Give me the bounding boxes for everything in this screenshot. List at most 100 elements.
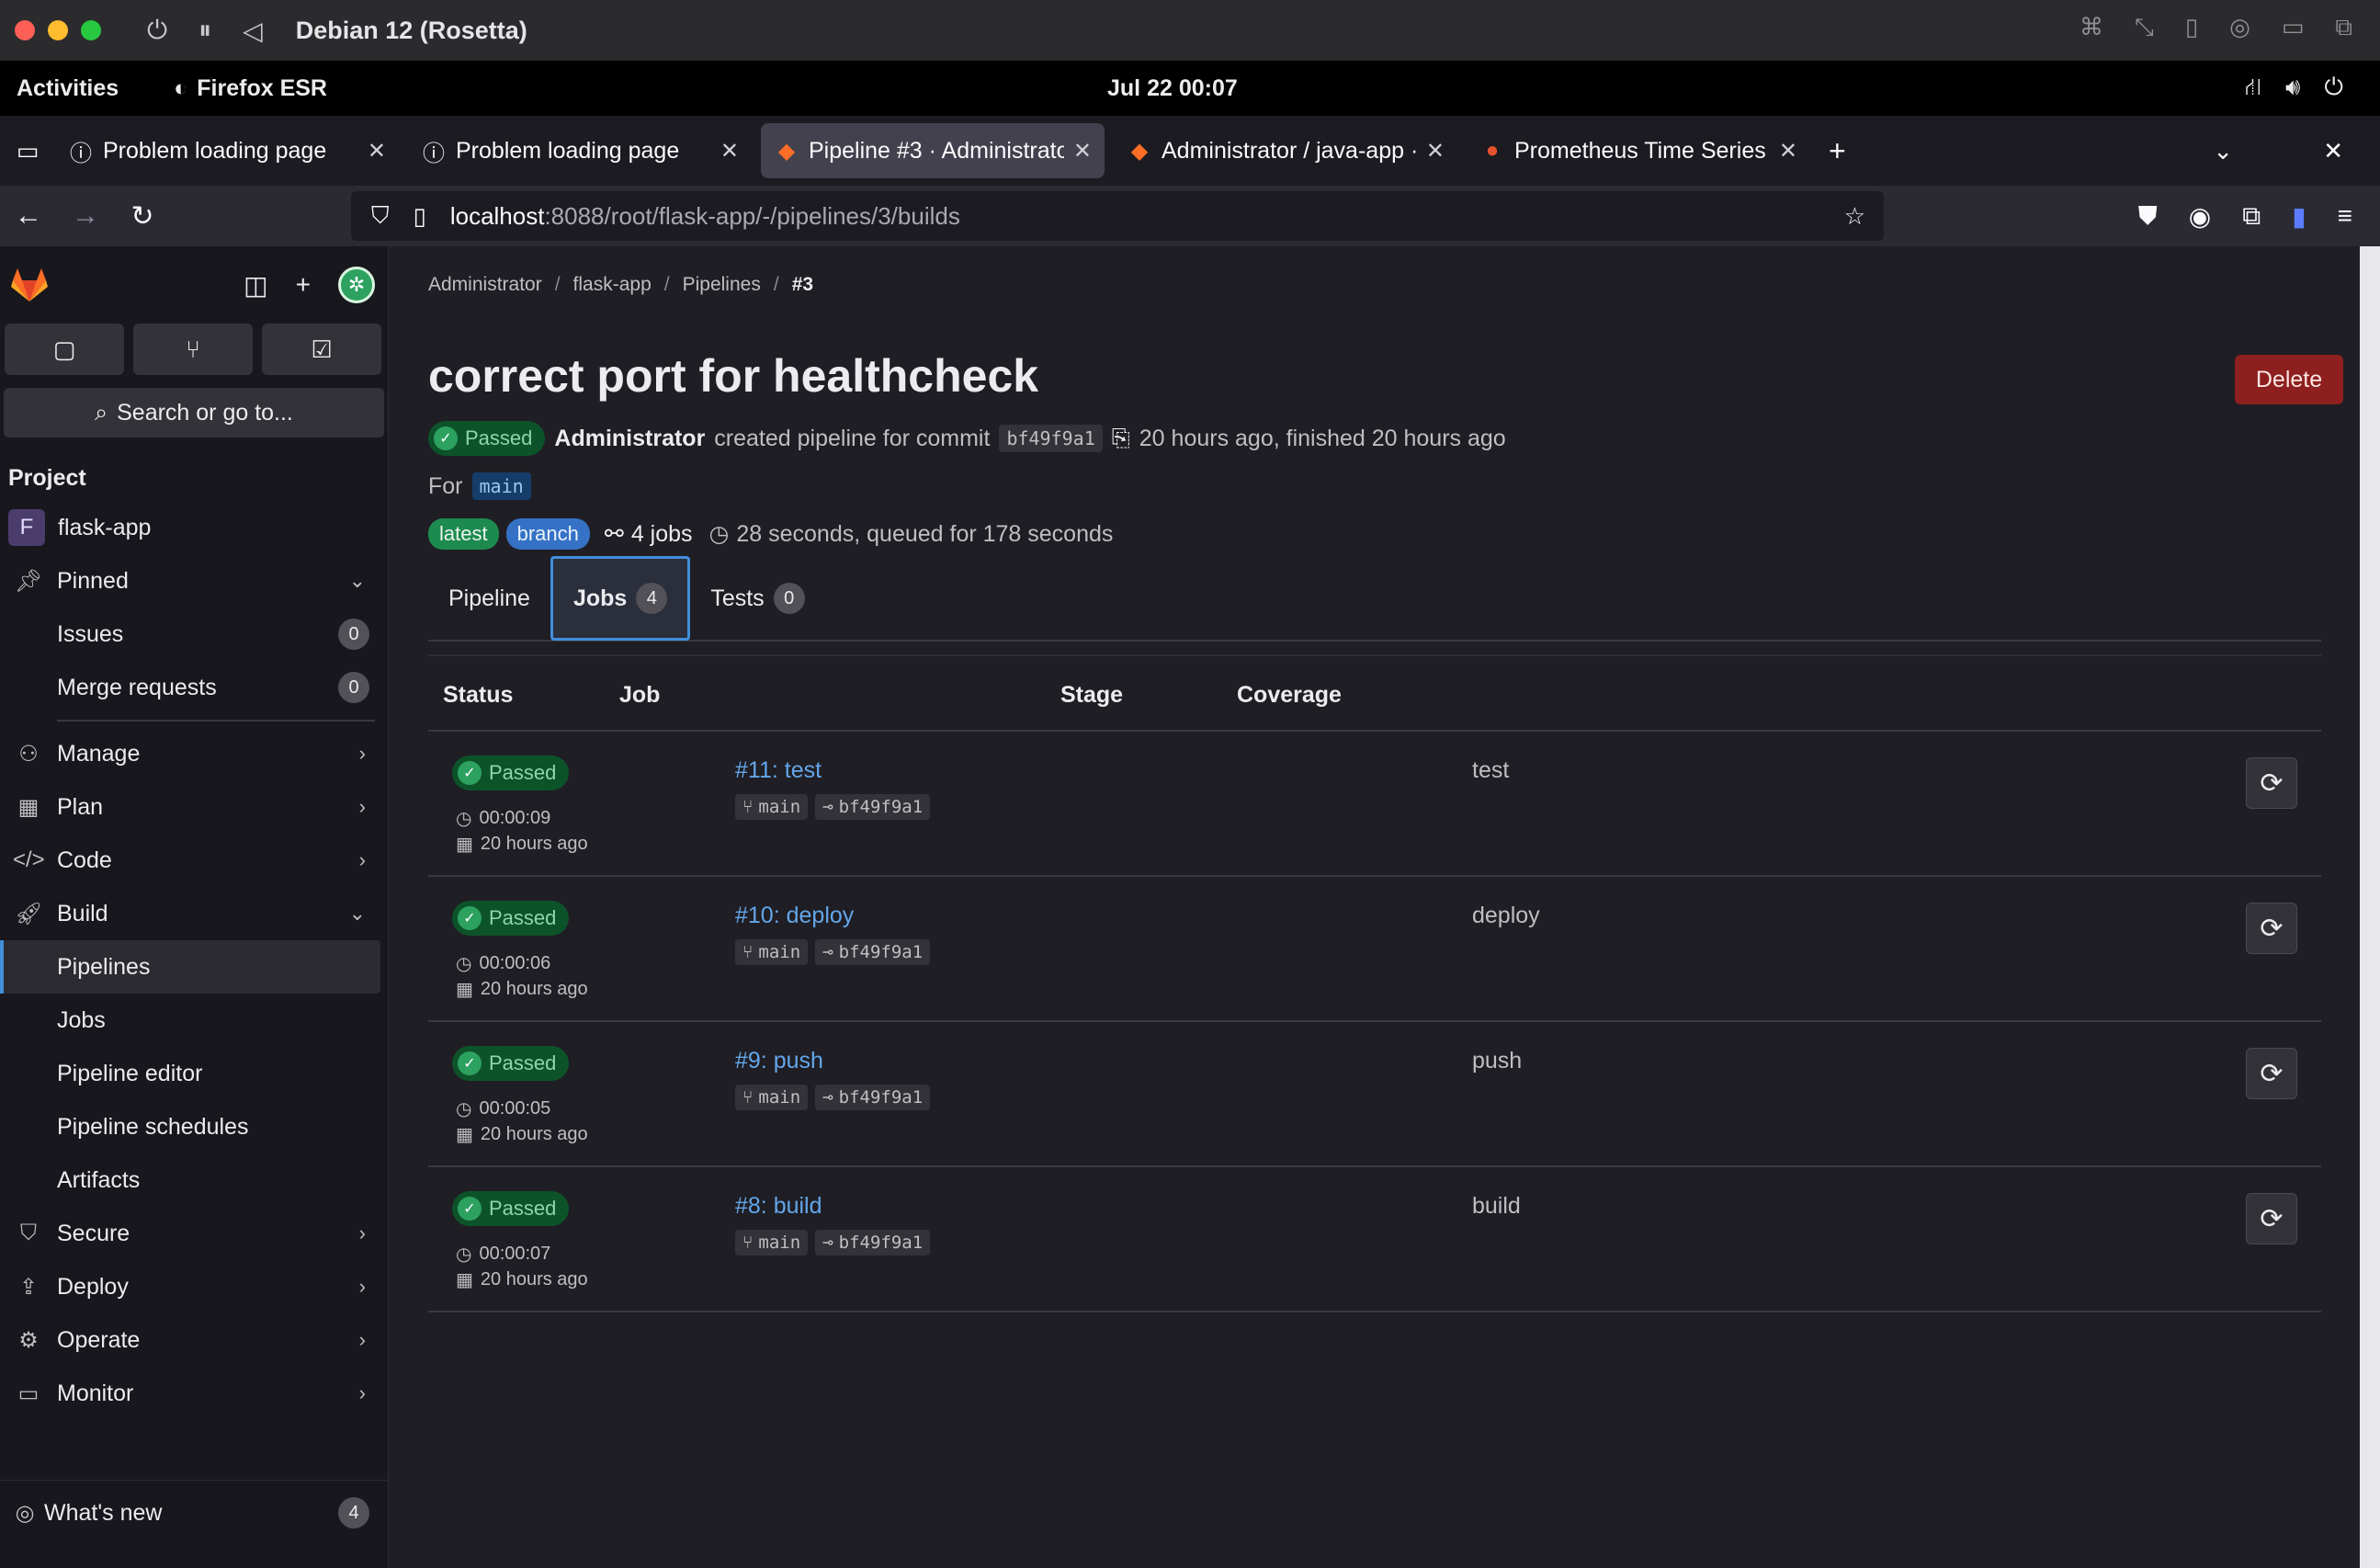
sidebar-toggle-icon[interactable]: ◫: [244, 270, 267, 301]
browser-tab-5[interactable]: ● Prometheus Time Series C ✕: [1467, 123, 1810, 178]
status-badge[interactable]: ✓ Passed: [428, 421, 546, 456]
pocket-icon[interactable]: ⛊: [2138, 201, 2158, 232]
forward-arrow-icon[interactable]: →: [57, 200, 114, 232]
activities-button[interactable]: Activities: [17, 75, 119, 102]
sidebar-item-deploy[interactable]: ⇪ Deploy ›: [0, 1260, 388, 1313]
retry-button[interactable]: ⟳: [2246, 903, 2297, 954]
merge-requests-shortcut-button[interactable]: ⑂: [133, 324, 253, 375]
branch-link[interactable]: main: [471, 472, 531, 500]
clock[interactable]: Jul 22 00:07: [1107, 75, 1238, 102]
breadcrumb-item[interactable]: Pipelines: [683, 274, 761, 296]
shield-icon[interactable]: ⛉: [371, 201, 390, 231]
author-link[interactable]: Administrator: [554, 426, 705, 452]
windows-icon[interactable]: ⧉: [2335, 13, 2352, 42]
sidebar-item-merge-requests[interactable]: Merge requests 0: [0, 661, 388, 714]
plus-icon[interactable]: +: [296, 270, 311, 300]
commit-sha[interactable]: bf49f9a1: [999, 425, 1103, 452]
reload-icon[interactable]: ↻: [114, 200, 171, 233]
keyboard-icon[interactable]: ⌘: [2080, 13, 2103, 42]
browser-tab-2[interactable]: ⓘ Problem loading page ✕: [408, 123, 752, 178]
minimize-window-button[interactable]: [48, 20, 68, 40]
gitlab-logo-icon[interactable]: [9, 265, 50, 305]
close-tab-icon[interactable]: ✕: [368, 138, 386, 165]
ref-chip[interactable]: ⑂ main: [735, 1230, 809, 1256]
extensions-icon[interactable]: ⧉: [2242, 201, 2261, 232]
breadcrumb-current[interactable]: #3: [792, 274, 813, 296]
system-tray[interactable]: ⛙ 🔊︎ ⏻: [2245, 73, 2343, 105]
sidebar-item-pipeline-editor[interactable]: Pipeline editor: [0, 1047, 388, 1100]
issues-shortcut-button[interactable]: ▢: [5, 324, 124, 375]
commit-chip[interactable]: ⊸ bf49f9a1: [815, 1085, 931, 1110]
job-link[interactable]: #11: test: [735, 757, 822, 784]
sidebar-item-jobs[interactable]: Jobs: [0, 994, 388, 1047]
sidebar-item-code[interactable]: </> Code ›: [0, 834, 388, 887]
sidebar-item-build[interactable]: 🚀︎ Build ⌄: [0, 887, 388, 940]
folder-icon[interactable]: ▭: [2282, 13, 2305, 42]
back-arrow-icon[interactable]: ←: [0, 200, 57, 232]
commit-chip[interactable]: ⊸ bf49f9a1: [815, 939, 931, 965]
sidebar-item-secure[interactable]: ⛉ Secure ›: [0, 1207, 388, 1260]
close-tab-icon[interactable]: ✕: [720, 138, 739, 165]
back-icon[interactable]: ◁: [243, 16, 263, 46]
whats-new-button[interactable]: ◎ What's new 4: [0, 1481, 388, 1545]
todo-shortcut-button[interactable]: ☑: [262, 324, 381, 375]
status-badge[interactable]: ✓ Passed: [452, 1191, 570, 1226]
menu-hamburger-icon[interactable]: ≡: [2338, 201, 2352, 232]
ref-chip[interactable]: ⑂ main: [735, 1085, 809, 1110]
job-link[interactable]: #8: build: [735, 1193, 822, 1220]
sidebar-project[interactable]: F flask-app: [0, 501, 388, 554]
breadcrumb-item[interactable]: Administrator: [428, 274, 542, 296]
close-browser-icon[interactable]: ✕: [2323, 137, 2343, 165]
sidebar-item-plan[interactable]: ▦ Plan ›: [0, 780, 388, 834]
new-tab-button[interactable]: +: [1829, 134, 1846, 168]
tab-pipeline[interactable]: Pipeline: [428, 556, 550, 641]
power-icon[interactable]: ⏻: [147, 16, 167, 46]
scrollbar[interactable]: [2360, 246, 2380, 1568]
browser-tab-4[interactable]: ◆ Administrator / java-app · ✕: [1114, 123, 1457, 178]
ref-chip[interactable]: ⑂ main: [735, 794, 809, 820]
app-menu[interactable]: ◐ Firefox ESR: [174, 75, 327, 102]
copy-icon[interactable]: ⎘: [1112, 426, 1130, 452]
zoom-window-button[interactable]: [81, 20, 101, 40]
close-window-button[interactable]: [15, 20, 35, 40]
retry-button[interactable]: ⟳: [2246, 757, 2297, 809]
status-badge[interactable]: ✓ Passed: [452, 1046, 570, 1081]
job-link[interactable]: #9: push: [735, 1048, 823, 1074]
sidebar-item-issues[interactable]: Issues 0: [0, 608, 388, 661]
status-badge[interactable]: ✓ Passed: [452, 901, 570, 936]
commit-chip[interactable]: ⊸ bf49f9a1: [815, 794, 931, 820]
resize-icon[interactable]: ⤡: [2135, 13, 2154, 42]
breadcrumb-item[interactable]: flask-app: [573, 274, 652, 296]
account-icon[interactable]: ◉: [2189, 201, 2211, 232]
retry-button[interactable]: ⟳: [2246, 1048, 2297, 1099]
tab-overview-icon[interactable]: ▭: [9, 137, 46, 165]
pause-icon[interactable]: ⏸: [198, 16, 211, 46]
sidebar-item-pipelines[interactable]: Pipelines: [0, 940, 380, 994]
commit-chip[interactable]: ⊸ bf49f9a1: [815, 1230, 931, 1256]
close-tab-icon[interactable]: ✕: [1779, 138, 1797, 165]
sidebar-item-pipeline-schedules[interactable]: Pipeline schedules: [0, 1100, 388, 1153]
usb-icon[interactable]: ▯: [2185, 13, 2198, 42]
job-link[interactable]: #10: deploy: [735, 903, 854, 929]
tab-jobs[interactable]: Jobs 4: [550, 556, 691, 641]
list-tabs-icon[interactable]: ⌄: [2213, 137, 2233, 165]
sidebar-item-artifacts[interactable]: Artifacts: [0, 1153, 388, 1207]
retry-button[interactable]: ⟳: [2246, 1193, 2297, 1244]
browser-tab-1[interactable]: ⓘ Problem loading page ✕: [55, 123, 399, 178]
ref-chip[interactable]: ⑂ main: [735, 939, 809, 965]
sidebar-item-pinned[interactable]: 📌︎ Pinned ⌄: [0, 554, 388, 608]
bookmark-star-icon[interactable]: ☆: [1844, 202, 1865, 231]
delete-button[interactable]: Delete: [2235, 355, 2343, 404]
user-avatar[interactable]: ✲: [338, 267, 375, 303]
status-badge[interactable]: ✓ Passed: [452, 756, 570, 790]
close-tab-icon[interactable]: ✕: [1426, 138, 1445, 165]
sidebar-item-operate[interactable]: ⚙ Operate ›: [0, 1313, 388, 1367]
sidebar-item-manage[interactable]: ⚇ Manage ›: [0, 727, 388, 780]
url-bar[interactable]: ⛉ ▯ localhost:8088/root/flask-app/-/pipe…: [351, 191, 1884, 241]
close-tab-icon[interactable]: ✕: [1073, 138, 1092, 165]
sidebar-item-monitor[interactable]: ▭ Monitor ›: [0, 1367, 388, 1420]
tab-tests[interactable]: Tests 0: [690, 556, 824, 641]
extension-icon[interactable]: ▮: [2292, 201, 2306, 232]
disc-icon[interactable]: ◎: [2229, 13, 2250, 42]
browser-tab-3[interactable]: ◆ Pipeline #3 · Administrato ✕: [761, 123, 1105, 178]
